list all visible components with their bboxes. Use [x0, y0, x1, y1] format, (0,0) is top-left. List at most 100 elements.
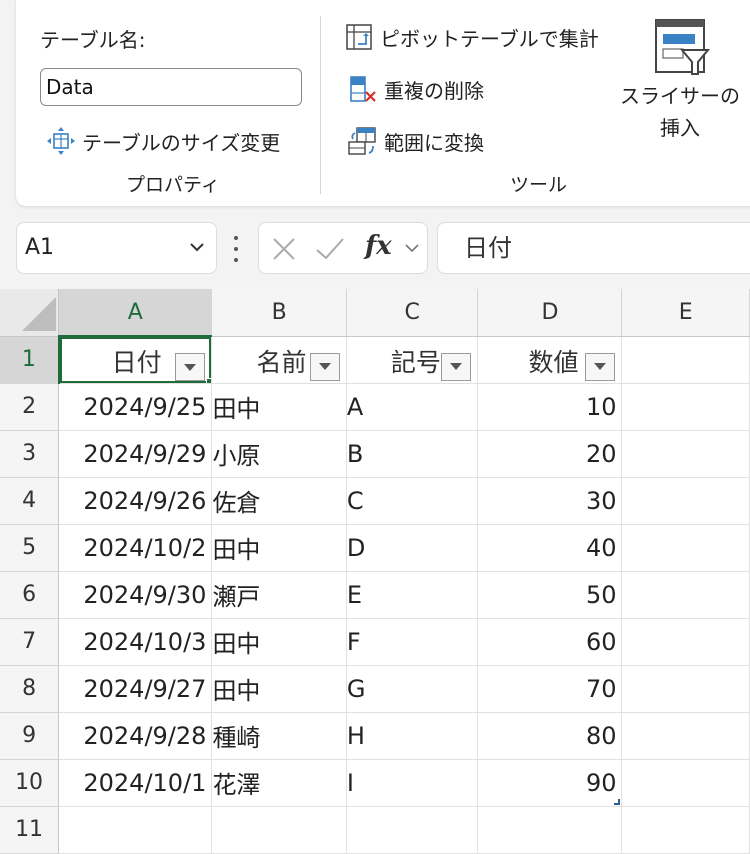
- cancel-icon[interactable]: [271, 236, 297, 266]
- date-cell[interactable]: 2024/10/1: [58, 759, 213, 807]
- value-cell[interactable]: 30: [477, 477, 623, 525]
- date-cell[interactable]: 2024/9/26: [58, 477, 213, 525]
- tools-group-caption: ツール: [510, 174, 568, 196]
- symbol-cell[interactable]: E: [346, 571, 479, 619]
- symbol-cell[interactable]: H: [346, 712, 479, 760]
- table-row: 5 2024/10/2 田中 D 40: [0, 524, 750, 572]
- empty-cell[interactable]: [621, 477, 750, 525]
- value-cell[interactable]: 80: [477, 712, 623, 760]
- value-cell[interactable]: 90: [477, 759, 623, 807]
- value-cell[interactable]: 50: [477, 571, 623, 619]
- empty-cell[interactable]: [621, 618, 750, 666]
- row-header[interactable]: 5: [0, 524, 60, 572]
- empty-cell[interactable]: [58, 806, 213, 854]
- filter-dropdown-icon[interactable]: [441, 352, 472, 381]
- symbol-cell[interactable]: D: [346, 524, 479, 572]
- table-name-input[interactable]: [40, 68, 302, 106]
- row-header[interactable]: 11: [0, 806, 60, 854]
- empty-cell[interactable]: [621, 383, 750, 431]
- symbol-cell[interactable]: I: [346, 759, 479, 807]
- row-header[interactable]: 10: [0, 759, 60, 807]
- date-cell[interactable]: 2024/9/29: [58, 430, 213, 478]
- column-header-a[interactable]: A: [58, 289, 213, 337]
- filter-dropdown-icon[interactable]: [585, 352, 616, 381]
- value-cell[interactable]: 10: [477, 383, 623, 431]
- date-cell[interactable]: 2024/10/2: [58, 524, 213, 572]
- fx-chevron-down-icon[interactable]: [403, 223, 421, 277]
- row-header[interactable]: 6: [0, 571, 60, 619]
- empty-cell[interactable]: [621, 759, 750, 807]
- empty-cell[interactable]: [211, 806, 347, 854]
- row-header[interactable]: 3: [0, 430, 60, 478]
- value-cell[interactable]: 60: [477, 618, 623, 666]
- name-cell[interactable]: 小原: [211, 430, 347, 478]
- name-cell[interactable]: 田中: [211, 618, 347, 666]
- row-header[interactable]: 9: [0, 712, 60, 760]
- empty-cell[interactable]: [621, 806, 750, 854]
- column-header-c[interactable]: C: [346, 289, 479, 337]
- row-header[interactable]: 2: [0, 383, 60, 431]
- value-text: 90: [585, 768, 617, 797]
- empty-cell[interactable]: [346, 806, 479, 854]
- date-cell[interactable]: 2024/9/30: [58, 571, 213, 619]
- insert-slicer-button[interactable]: スライサーの 挿入: [616, 16, 744, 156]
- column-header-b[interactable]: B: [211, 289, 347, 337]
- empty-cell[interactable]: [621, 524, 750, 572]
- symbol-cell[interactable]: A: [346, 383, 479, 431]
- insert-slicer-label-1: スライサーの: [620, 84, 740, 108]
- header-cell-name[interactable]: 名前: [211, 336, 347, 384]
- header-cell-value[interactable]: 数値: [477, 336, 623, 384]
- value-cell[interactable]: 20: [477, 430, 623, 478]
- empty-cell[interactable]: [477, 806, 623, 854]
- value-cell[interactable]: 70: [477, 665, 623, 713]
- formula-input[interactable]: 日付: [437, 222, 750, 274]
- row-header[interactable]: 8: [0, 665, 60, 713]
- symbol-cell[interactable]: C: [346, 477, 479, 525]
- column-header-d[interactable]: D: [477, 289, 623, 337]
- remove-duplicates-label: 重複の削除: [384, 78, 484, 103]
- empty-cell[interactable]: [621, 665, 750, 713]
- name-cell[interactable]: 田中: [211, 524, 347, 572]
- row-header[interactable]: 1: [0, 336, 60, 384]
- date-cell[interactable]: 2024/9/25: [58, 383, 213, 431]
- empty-cell[interactable]: [621, 571, 750, 619]
- row-header[interactable]: 4: [0, 477, 60, 525]
- table-row: 2 2024/9/25 田中 A 10: [0, 383, 750, 431]
- column-header-e[interactable]: E: [621, 289, 750, 337]
- empty-cell[interactable]: [621, 336, 750, 384]
- insert-function-fx[interactable]: fx: [365, 231, 392, 261]
- symbol-cell[interactable]: G: [346, 665, 479, 713]
- pivot-table-button[interactable]: ピボットテーブルで集計: [342, 20, 599, 54]
- name-cell[interactable]: 種崎: [211, 712, 347, 760]
- remove-duplicates-button[interactable]: 重複の削除: [346, 72, 484, 106]
- resize-table-button[interactable]: テーブルのサイズ変更: [44, 124, 280, 158]
- name-cell[interactable]: 瀬戸: [211, 571, 347, 619]
- symbol-cell[interactable]: F: [346, 618, 479, 666]
- chevron-down-icon[interactable]: [188, 223, 206, 293]
- name-cell[interactable]: 佐倉: [211, 477, 347, 525]
- date-cell[interactable]: 2024/10/3: [58, 618, 213, 666]
- name-cell[interactable]: 田中: [211, 665, 347, 713]
- name-cell[interactable]: 花澤: [211, 759, 347, 807]
- symbol-cell[interactable]: B: [346, 430, 479, 478]
- name-cell[interactable]: 田中: [211, 383, 347, 431]
- enter-check-icon[interactable]: [315, 236, 345, 266]
- select-all-corner[interactable]: [0, 289, 60, 337]
- value-cell[interactable]: 40: [477, 524, 623, 572]
- date-cell[interactable]: 2024/9/28: [58, 712, 213, 760]
- header-cell-date[interactable]: 日付: [58, 336, 213, 384]
- header-cell-symbol[interactable]: 記号: [346, 336, 479, 384]
- empty-cell[interactable]: [621, 430, 750, 478]
- empty-cell[interactable]: [621, 712, 750, 760]
- filter-dropdown-icon[interactable]: [175, 353, 206, 381]
- filter-dropdown-icon[interactable]: [309, 352, 340, 381]
- name-box[interactable]: A1: [16, 222, 217, 274]
- table-resize-handle[interactable]: [614, 798, 621, 805]
- convert-to-range-button[interactable]: 範囲に変換: [346, 124, 484, 158]
- pivot-table-icon: [342, 20, 376, 54]
- header-label: 日付: [111, 348, 162, 377]
- row-header[interactable]: 7: [0, 618, 60, 666]
- more-options-icon[interactable]: [233, 236, 239, 262]
- date-cell[interactable]: 2024/9/27: [58, 665, 213, 713]
- table-row: 6 2024/9/30 瀬戸 E 50: [0, 571, 750, 619]
